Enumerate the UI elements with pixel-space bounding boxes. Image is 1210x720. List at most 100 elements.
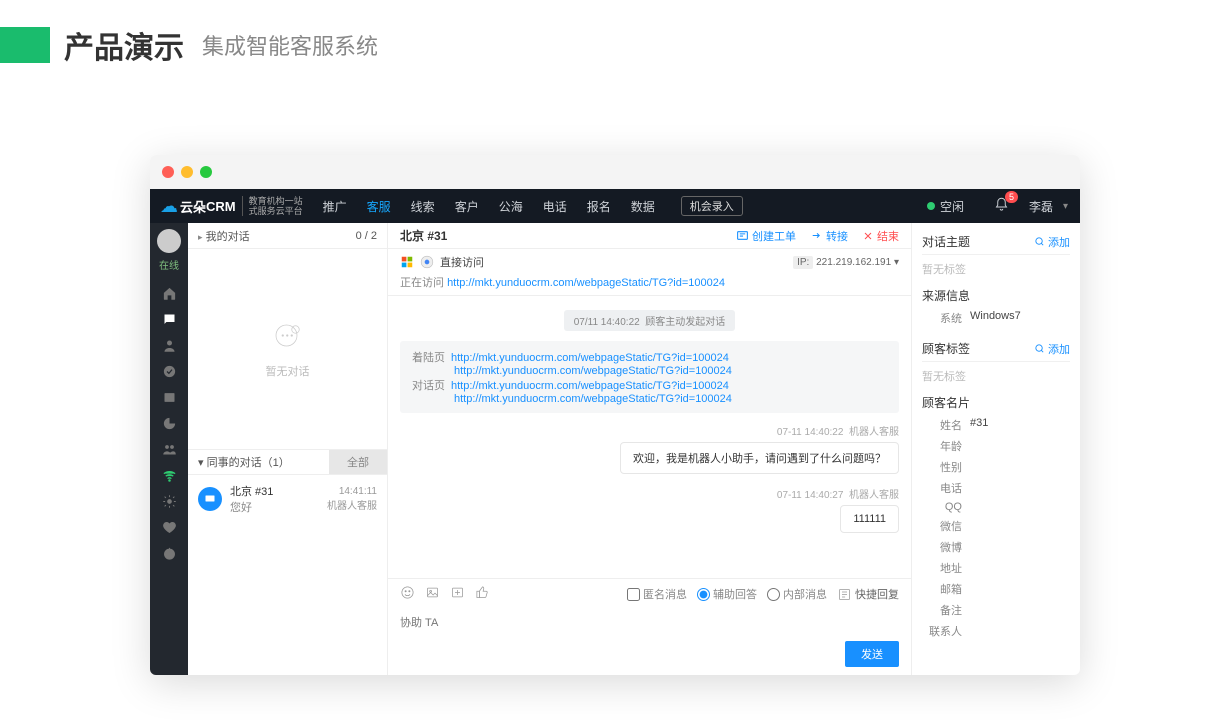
nav-phone[interactable]: 电话 xyxy=(533,189,577,223)
assist-reply-radio[interactable]: 辅助回答 xyxy=(697,586,757,602)
inbox-icon[interactable] xyxy=(150,384,188,410)
sys-value: Windows7 xyxy=(970,310,1021,326)
slide-title: 产品演示 xyxy=(64,23,184,67)
system-chip: 07/11 14:40:22 顾客主动发起对话 xyxy=(564,310,736,331)
chat-link-2[interactable]: http://mkt.yunduocrm.com/webpageStatic/T… xyxy=(454,393,732,405)
msg2-meta: 07-11 14:40:27 机器人客服 xyxy=(400,486,899,501)
nav-pool[interactable]: 公海 xyxy=(489,189,533,223)
filter-all-button[interactable]: 全部 xyxy=(329,450,387,474)
msg1-meta: 07-11 14:40:22 机器人客服 xyxy=(400,423,899,438)
card-title: 顾客名片 xyxy=(922,394,1070,411)
nav-promo[interactable]: 推广 xyxy=(313,189,357,223)
sys-label: 系统 xyxy=(922,310,962,326)
nav-leads[interactable]: 线索 xyxy=(401,189,445,223)
details-panel: 对话主题 添加 暂无标签 来源信息 系统Windows7 顾客标签 添加 暂无标… xyxy=(912,223,1080,675)
wifi-icon[interactable] xyxy=(150,462,188,488)
accent-block xyxy=(0,27,50,63)
conversation-sidebar: ▸ 我的对话 0 / 2 暂无对话 ▾ 同事的对话（1） 全部 北京 #31 您… xyxy=(188,223,388,675)
bot-bubble-2: 111111 xyxy=(840,505,899,533)
gear-icon[interactable] xyxy=(150,488,188,514)
emoji-icon[interactable] xyxy=(400,585,415,603)
message-input[interactable] xyxy=(400,609,899,637)
source-title: 来源信息 xyxy=(922,287,1070,304)
pie-icon[interactable] xyxy=(150,410,188,436)
quick-reply-button[interactable]: 快捷回复 xyxy=(837,586,899,602)
empty-chat-icon xyxy=(270,319,306,355)
visiting-link[interactable]: http://mkt.yunduocrm.com/webpageStatic/T… xyxy=(447,277,725,289)
windows-icon xyxy=(400,255,414,269)
add-topic-button[interactable]: 添加 xyxy=(1034,234,1070,250)
app-topbar: ☁ 云朵 CRM 教育机构一站式服务云平台 推广 客服 线索 客户 公海 电话 … xyxy=(150,189,1080,223)
conv-title: 北京 #31 xyxy=(230,483,327,499)
transfer-button[interactable]: 转接 xyxy=(810,228,848,244)
image-icon[interactable] xyxy=(425,585,440,603)
conv-preview: 您好 xyxy=(230,499,327,515)
landing-link-1[interactable]: http://mkt.yunduocrm.com/webpageStatic/T… xyxy=(451,352,729,364)
bell-badge: 5 xyxy=(1005,191,1018,203)
visit-type: 直接访问 xyxy=(440,254,484,270)
home-icon[interactable] xyxy=(150,280,188,306)
chevron-down-icon[interactable]: ▾ xyxy=(1063,201,1068,212)
conv-agent: 机器人客服 xyxy=(327,497,377,512)
nav-signup[interactable]: 报名 xyxy=(577,189,621,223)
my-conv-count: 0 / 2 xyxy=(356,230,377,242)
end-chat-button[interactable]: 结束 xyxy=(862,228,899,244)
app-window: ☁ 云朵 CRM 教育机构一站式服务云平台 推广 客服 线索 客户 公海 电话 … xyxy=(150,155,1080,675)
mac-titlebar xyxy=(150,155,1080,189)
conversation-item[interactable]: 北京 #31 您好 14:41:11 机器人客服 xyxy=(188,475,387,523)
empty-text: 暂无对话 xyxy=(266,363,310,379)
record-button[interactable]: 机会录入 xyxy=(681,196,743,216)
topic-title: 对话主题 xyxy=(922,233,970,250)
nav-data[interactable]: 数据 xyxy=(621,189,665,223)
colleague-conv-label: 同事的对话（1） xyxy=(207,454,290,470)
tags-title: 顾客标签 xyxy=(922,340,970,357)
status-text[interactable]: 空闲 xyxy=(940,198,964,215)
current-user[interactable]: 李磊 xyxy=(1029,198,1053,215)
add-tag-button[interactable]: 添加 xyxy=(1034,341,1070,357)
logo: ☁ 云朵 CRM 教育机构一站式服务云平台 xyxy=(150,189,313,223)
chat-link-1[interactable]: http://mkt.yunduocrm.com/webpageStatic/T… xyxy=(451,380,729,392)
landing-link-2[interactable]: http://mkt.yunduocrm.com/webpageStatic/T… xyxy=(454,365,732,377)
minimize-dot[interactable] xyxy=(181,166,193,178)
icon-rail: 在线 xyxy=(150,223,188,675)
send-button[interactable]: 发送 xyxy=(845,641,899,667)
thumbs-up-icon[interactable] xyxy=(475,585,490,603)
anon-msg-check[interactable]: 匿名消息 xyxy=(627,586,687,602)
top-nav: 推广 客服 线索 客户 公海 电话 报名 数据 机会录入 xyxy=(313,189,753,223)
rail-avatar[interactable] xyxy=(157,229,181,253)
heart-icon[interactable] xyxy=(150,514,188,540)
my-conv-label: 我的对话 xyxy=(206,231,250,243)
my-conv-header[interactable]: ▸ 我的对话 0 / 2 xyxy=(188,223,387,249)
nav-service[interactable]: 客服 xyxy=(357,189,401,223)
internal-msg-radio[interactable]: 内部消息 xyxy=(767,586,827,602)
chrome-icon xyxy=(420,255,434,269)
nav-customers[interactable]: 客户 xyxy=(445,189,489,223)
nav-opportunity[interactable]: 机会录入 xyxy=(665,189,753,223)
zoom-dot[interactable] xyxy=(200,166,212,178)
check-circle-icon[interactable] xyxy=(150,358,188,384)
monitor-icon xyxy=(198,487,222,511)
status-dot-icon xyxy=(927,202,935,210)
create-ticket-button[interactable]: 创建工单 xyxy=(736,228,796,244)
colleague-conv-header[interactable]: ▾ 同事的对话（1） 全部 xyxy=(188,449,387,475)
attach-icon[interactable] xyxy=(450,585,465,603)
chat-title: 北京 #31 xyxy=(400,227,447,244)
chat-icon[interactable] xyxy=(150,306,188,332)
slide-subtitle: 集成智能客服系统 xyxy=(202,29,378,61)
logo-tagline: 教育机构一站式服务云平台 xyxy=(242,196,303,216)
rail-online-label: 在线 xyxy=(159,257,179,272)
people-icon[interactable] xyxy=(150,436,188,462)
bot-bubble-1: 欢迎，我是机器人小助手，请问遇到了什么问题吗？ xyxy=(620,442,899,474)
power-icon[interactable] xyxy=(150,540,188,566)
person-icon[interactable] xyxy=(150,332,188,358)
tags-empty: 暂无标签 xyxy=(922,368,1070,384)
bell-icon[interactable]: 5 xyxy=(994,197,1009,215)
logo-crm: CRM xyxy=(206,199,236,214)
close-dot[interactable] xyxy=(162,166,174,178)
conv-time: 14:41:11 xyxy=(327,486,377,497)
chat-scroll-area[interactable]: 07/11 14:40:22 顾客主动发起对话 着陆页http://mkt.yu… xyxy=(388,296,911,578)
chat-panel: 北京 #31 创建工单 转接 结束 直接访问 IP: 221.219.162.1… xyxy=(388,223,912,675)
empty-state: 暂无对话 xyxy=(188,249,387,449)
composer: 匿名消息 辅助回答 内部消息 快捷回复 发送 xyxy=(388,578,911,675)
cloud-icon: ☁ xyxy=(160,196,178,217)
